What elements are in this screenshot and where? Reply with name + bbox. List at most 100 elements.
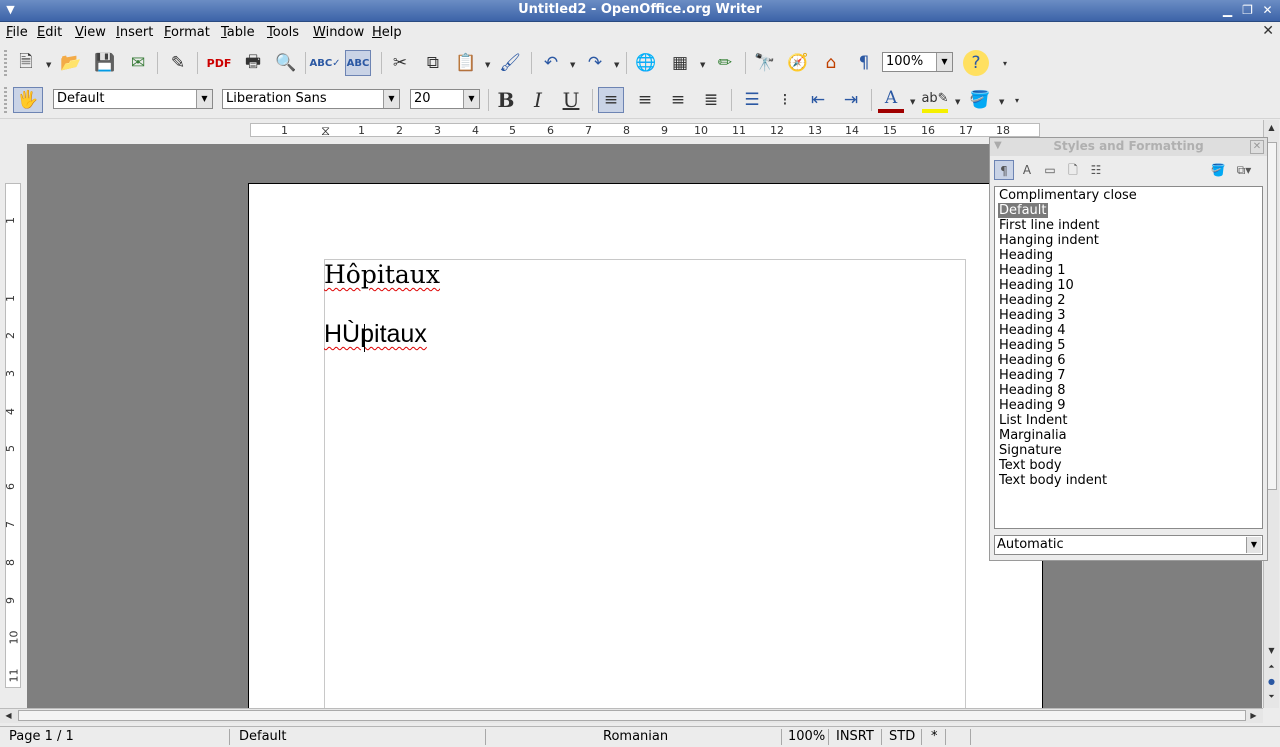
style-filter-combo[interactable]: Automatic ▼ (994, 535, 1263, 555)
paragraph-style-combo[interactable]: Default ▼ (53, 89, 213, 109)
menu-insert[interactable]: Insert (116, 25, 153, 40)
align-right-icon[interactable]: ≡ (665, 87, 691, 113)
scroll-up-icon[interactable]: ▲ (1265, 121, 1278, 134)
gallery-icon[interactable]: ⌂ (818, 50, 844, 76)
style-item-selected[interactable]: Default (998, 203, 1048, 218)
help-icon[interactable]: ? (963, 50, 989, 76)
document-line-1[interactable]: Hôpitaux (324, 260, 440, 289)
cut-icon[interactable]: ✂ (387, 50, 413, 76)
document-line-2[interactable]: HÙpitaux (324, 320, 427, 349)
status-zoom[interactable]: 100% (788, 729, 825, 744)
style-item[interactable]: Heading 5 (998, 338, 1067, 353)
style-item[interactable]: Heading 3 (998, 308, 1067, 323)
style-item[interactable]: Text body indent (998, 473, 1108, 488)
style-item[interactable]: Complimentary close (998, 188, 1138, 203)
undo-icon[interactable]: ↶ (538, 50, 564, 76)
justify-icon[interactable]: ≣ (698, 87, 724, 113)
character-styles-icon[interactable]: A (1017, 160, 1037, 180)
menu-table[interactable]: Table (221, 25, 255, 40)
menu-tools[interactable]: Tools (267, 25, 299, 40)
align-center-icon[interactable]: ≡ (632, 87, 658, 113)
font-color-icon[interactable]: A (878, 87, 904, 113)
list-styles-icon[interactable]: ☷ (1086, 160, 1106, 180)
maximize-icon[interactable]: ❐ (1239, 3, 1256, 18)
status-page-style[interactable]: Default (239, 729, 287, 744)
new-dropdown-icon[interactable]: ▼ (46, 61, 51, 69)
edit-file-icon[interactable]: ✎ (165, 50, 191, 76)
print-icon[interactable]: 🖶 (240, 50, 266, 76)
style-item[interactable]: Heading 9 (998, 398, 1067, 413)
style-item[interactable]: Heading 8 (998, 383, 1067, 398)
redo-icon[interactable]: ↷ (582, 50, 608, 76)
paste-dropdown-icon[interactable]: ▼ (485, 61, 490, 69)
navigation-icon[interactable]: ● (1265, 675, 1278, 688)
font-size-dropdown-icon[interactable]: ▼ (463, 90, 479, 108)
bullets-icon[interactable]: ⁝ (772, 87, 798, 113)
style-item[interactable]: Heading 4 (998, 323, 1067, 338)
style-item[interactable]: Hanging indent (998, 233, 1100, 248)
vertical-ruler[interactable]: 1 1 2 3 4 5 6 7 8 9 10 11 (4, 183, 21, 688)
underline-button[interactable]: U (558, 87, 584, 113)
find-replace-icon[interactable]: 🔭 (752, 50, 778, 76)
status-page[interactable]: Page 1 / 1 (9, 729, 74, 744)
style-item[interactable]: Heading 1 (998, 263, 1067, 278)
save-icon[interactable]: 💾 (92, 50, 118, 76)
highlighting-icon[interactable]: ab✎ (921, 87, 949, 113)
next-page-icon[interactable]: ⏷ (1265, 690, 1278, 703)
style-item[interactable]: List Indent (998, 413, 1069, 428)
page-preview-icon[interactable]: 🔍 (273, 50, 299, 76)
previous-page-icon[interactable]: ⏶ (1265, 660, 1278, 673)
autospellcheck-icon[interactable]: ABC (345, 50, 371, 76)
styles-and-formatting-icon[interactable]: 🖐 (13, 87, 43, 113)
background-color-dropdown-icon[interactable]: ▼ (999, 98, 1004, 106)
styles-list[interactable]: Complimentary close Default First line i… (994, 186, 1263, 529)
menu-window[interactable]: Window (313, 25, 364, 40)
paragraph-style-dropdown-icon[interactable]: ▼ (196, 90, 212, 108)
status-modified[interactable]: * (931, 729, 938, 744)
zoom-combo[interactable]: 100% ▼ (882, 52, 953, 72)
highlighting-dropdown-icon[interactable]: ▼ (955, 98, 960, 106)
style-item[interactable]: Text body (998, 458, 1063, 473)
horizontal-ruler[interactable]: 1 ⧖ 1 2 3 4 5 6 7 8 9 10 11 12 13 14 15 … (250, 123, 1040, 139)
menu-edit[interactable]: Edit (37, 25, 62, 40)
font-name-dropdown-icon[interactable]: ▼ (383, 90, 399, 108)
spellcheck-icon[interactable]: ABC✓ (309, 50, 340, 76)
formatting-marks-icon[interactable]: ¶ (851, 50, 877, 76)
export-pdf-icon[interactable]: PDF (206, 50, 232, 76)
status-insert-mode[interactable]: INSRT (836, 729, 874, 744)
paragraph-styles-icon[interactable]: ¶ (994, 160, 1014, 180)
status-selection-mode[interactable]: STD (889, 729, 915, 744)
style-item[interactable]: First line indent (998, 218, 1101, 233)
menu-help[interactable]: Help (372, 25, 402, 40)
new-style-from-selection-icon[interactable]: ⧉▾ (1234, 160, 1254, 180)
styles-panel-titlebar[interactable]: ▼ Styles and Formatting ✕ (990, 138, 1267, 156)
style-filter-dropdown-icon[interactable]: ▼ (1246, 537, 1261, 553)
navigator-icon[interactable]: 🧭 (785, 50, 811, 76)
table-dropdown-icon[interactable]: ▼ (700, 61, 705, 69)
style-item[interactable]: Heading 10 (998, 278, 1075, 293)
toolbar-options-icon[interactable]: ▾ (1000, 50, 1010, 76)
page-styles-icon[interactable]: 🗋 (1063, 160, 1083, 180)
menu-format[interactable]: Format (164, 25, 210, 40)
fill-format-mode-icon[interactable]: 🪣 (1208, 160, 1228, 180)
toolbar-options-icon-2[interactable]: ▾ (1012, 87, 1022, 113)
style-item[interactable]: Marginalia (998, 428, 1068, 443)
toolbar-grip[interactable] (4, 50, 7, 76)
table-icon[interactable]: ▦ (667, 50, 693, 76)
indent-marker-icon[interactable]: ⧖ (321, 124, 330, 139)
open-icon[interactable]: 📂 (58, 50, 84, 76)
paste-icon[interactable]: 📋 (453, 50, 479, 76)
background-color-icon[interactable]: 🪣 (967, 87, 993, 113)
clone-formatting-icon[interactable]: 🖌 (497, 50, 523, 76)
scroll-left-icon[interactable]: ◀ (2, 709, 15, 722)
font-color-dropdown-icon[interactable]: ▼ (910, 98, 915, 106)
style-item[interactable]: Heading 2 (998, 293, 1067, 308)
close-window-icon[interactable]: ✕ (1259, 3, 1276, 18)
email-icon[interactable]: ✉ (125, 50, 151, 76)
menu-view[interactable]: View (75, 25, 106, 40)
increase-indent-icon[interactable]: ⇥ (838, 87, 864, 113)
close-document-icon[interactable]: ✕ (1262, 23, 1274, 39)
status-language[interactable]: Romanian (603, 729, 668, 744)
frame-styles-icon[interactable]: ▭ (1040, 160, 1060, 180)
new-document-icon[interactable]: 🗎 (13, 50, 39, 76)
